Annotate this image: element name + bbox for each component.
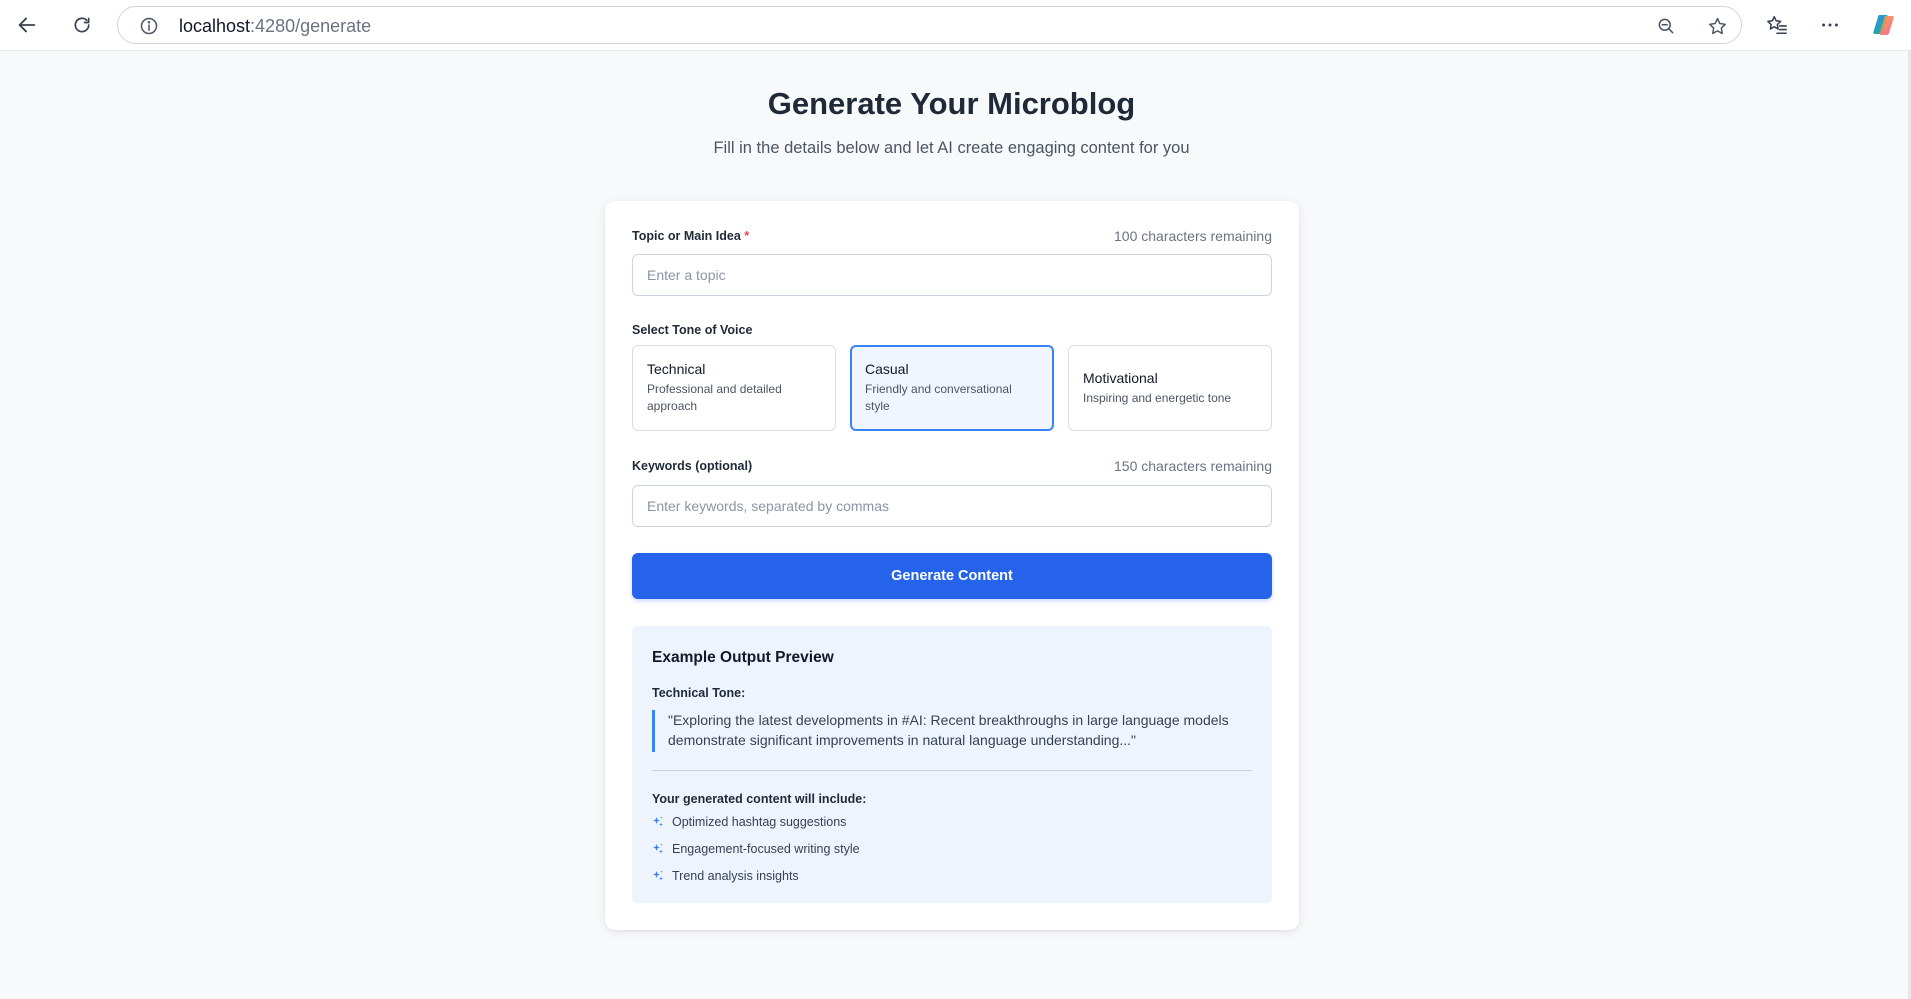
sparkle-icon [652,816,664,828]
info-icon[interactable] [138,15,160,37]
keywords-label: Keywords (optional) [632,459,753,473]
tone-option-description: Professional and detailed approach [647,382,782,413]
zoom-out-icon[interactable] [1655,15,1677,37]
tone-option-casual[interactable]: Casual Friendly and conversational style [850,345,1054,431]
keywords-char-count: 150 characters remaining [1114,458,1272,474]
generate-form-card: Topic or Main Idea * 100 characters rema… [605,201,1299,930]
browser-toolbar: localhost:4280/generate [0,0,1911,51]
url-path: :4280/generate [250,16,372,36]
feature-item: Optimized hashtag suggestions [652,813,846,831]
tone-option-description: Inspiring and energetic tone [1083,390,1232,405]
includes-title: Your generated content will include: [652,792,867,806]
feature-text: Optimized hashtag suggestions [672,815,847,829]
topic-label-text: Topic or Main Idea [632,229,741,243]
example-output-preview: Example Output Preview Technical Tone: "… [632,626,1272,903]
tone-label: Select Tone of Voice [632,323,753,337]
feature-item: Trend analysis insights [652,867,799,885]
generate-content-button[interactable]: Generate Content [632,553,1272,599]
preview-divider [652,770,1252,771]
feature-text: Engagement-focused writing style [672,842,860,856]
tone-option-name: Technical [647,361,706,377]
preview-tone-label: Technical Tone: [652,686,746,700]
preview-title: Example Output Preview [652,649,834,666]
address-bar[interactable]: localhost:4280/generate [117,6,1742,44]
topic-input[interactable] [632,254,1272,296]
more-icon[interactable] [1812,8,1848,42]
page-subtitle: Fill in the details below and let AI cre… [713,139,1190,157]
topic-label: Topic or Main Idea * [632,229,749,243]
tone-option-description: Friendly and conversational style [865,382,1012,413]
required-marker: * [744,229,750,243]
preview-quote: "Exploring the latest developments in #A… [652,710,1252,752]
feature-item: Engagement-focused writing style [652,840,860,858]
back-arrow-icon[interactable] [9,8,45,42]
feature-text: Trend analysis insights [672,869,799,883]
tone-option-motivational[interactable]: Motivational Inspiring and energetic ton… [1068,345,1272,431]
sparkle-icon [652,870,664,882]
copilot-icon[interactable] [1866,8,1902,42]
refresh-icon[interactable] [64,8,100,42]
keywords-input[interactable] [632,485,1272,527]
topic-char-count: 100 characters remaining [1114,228,1272,244]
page-title: Generate Your Microblog [767,86,1136,121]
sparkle-icon [652,843,664,855]
star-icon[interactable] [1706,15,1728,37]
tone-option-name: Motivational [1083,369,1158,386]
favorites-icon[interactable] [1759,8,1795,42]
tone-option-technical[interactable]: Technical Professional and detailed appr… [632,345,836,431]
tone-option-name: Casual [865,361,909,377]
url-text[interactable]: localhost:4280/generate [179,16,371,37]
url-host: localhost [179,16,251,36]
